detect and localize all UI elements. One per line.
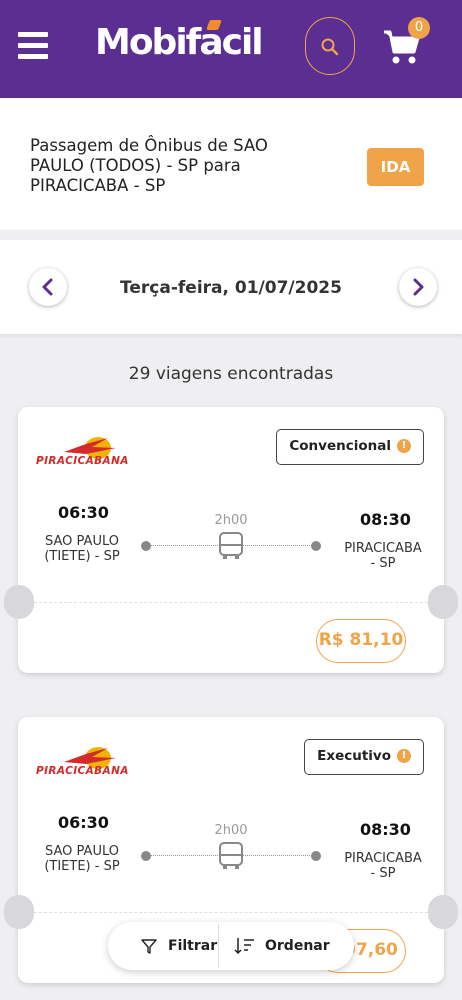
info-icon[interactable]: ! <box>397 439 411 453</box>
origin-dot <box>141 541 151 551</box>
filter-sort-bar: Filtrar Ordenar <box>108 922 354 970</box>
ticket-notch <box>428 895 458 929</box>
arrival-time: 08:30 <box>360 820 411 839</box>
next-day-button[interactable] <box>399 268 437 306</box>
direction-badge[interactable]: IDA <box>367 148 424 186</box>
service-class-label: Executivo <box>317 748 391 764</box>
menu-icon[interactable] <box>18 30 48 62</box>
price-button[interactable]: R$ 81,10 <box>316 619 406 663</box>
origin-dot <box>141 851 151 861</box>
arrival-city: PIRACICABA - SP <box>344 851 422 881</box>
departure-time: 06:30 <box>58 813 109 832</box>
app-header: Mobifacil 0 <box>0 0 462 98</box>
company-name: PIRACICABANA <box>36 765 129 777</box>
chevron-right-icon <box>413 278 424 296</box>
ticket-divider <box>34 912 428 913</box>
route-panel: Passagem de Ônibus de SAO PAULO (TODOS) … <box>0 98 462 230</box>
service-class-badge[interactable]: Convencional! <box>276 429 424 465</box>
trip-duration: 2h00 <box>214 513 248 528</box>
filter-label: Filtrar <box>168 938 218 954</box>
bus-icon <box>219 532 243 559</box>
departure-time: 06:30 <box>58 503 109 522</box>
ticket-notch <box>4 585 34 619</box>
info-icon[interactable]: ! <box>397 749 411 763</box>
ticket-notch <box>4 895 34 929</box>
app-logo[interactable]: Mobifacil <box>95 22 264 63</box>
cart-count-badge: 0 <box>408 17 430 39</box>
results-count: 29 viagens encontradas <box>128 364 334 384</box>
departure-city: SAO PAULO (TIETE) - SP <box>44 844 120 874</box>
search-icon <box>321 38 339 56</box>
ticket-notch <box>428 585 458 619</box>
sort-icon <box>234 938 254 955</box>
search-button[interactable] <box>305 17 355 75</box>
company-name: PIRACICABANA <box>36 455 129 467</box>
divider <box>218 924 219 968</box>
destination-dot <box>311 851 321 861</box>
service-class-badge[interactable]: Executivo! <box>304 739 424 775</box>
filter-icon <box>141 939 157 954</box>
trip-card[interactable]: PIRACICABANA Convencional! 06:30 SAO PAU… <box>4 407 458 673</box>
arrival-time: 08:30 <box>360 510 411 529</box>
ticket-divider <box>34 602 428 603</box>
date-navigator: Terça-feira, 01/07/2025 <box>0 240 462 334</box>
selected-date: Terça-feira, 01/07/2025 <box>120 278 342 298</box>
bus-icon <box>219 842 243 869</box>
destination-dot <box>311 541 321 551</box>
arrival-city: PIRACICABA - SP <box>344 541 422 571</box>
route-title: Passagem de Ônibus de SAO PAULO (TODOS) … <box>30 136 268 195</box>
sort-label: Ordenar <box>265 938 330 954</box>
trip-duration: 2h00 <box>214 823 248 838</box>
service-class-label: Convencional <box>289 438 391 454</box>
departure-city: SAO PAULO (TIETE) - SP <box>44 534 120 564</box>
